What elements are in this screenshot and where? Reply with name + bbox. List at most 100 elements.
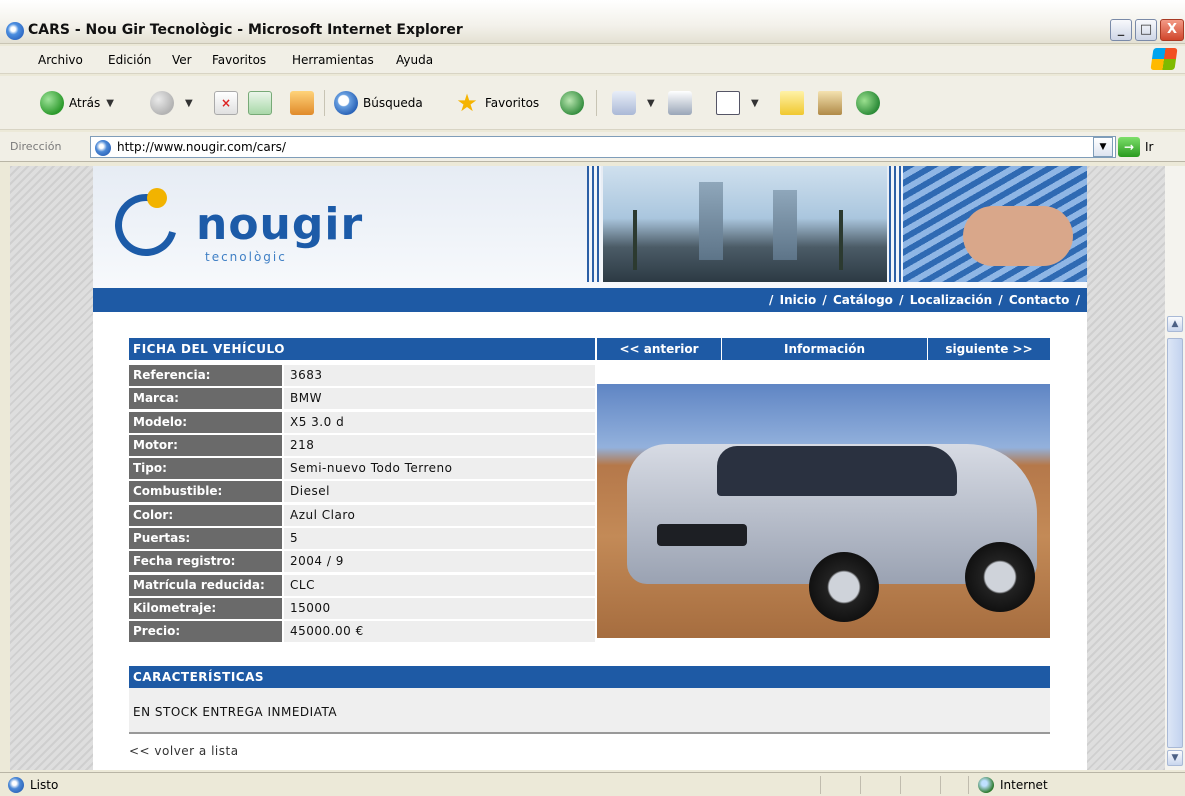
ie-logo-icon [6,22,24,40]
go-button[interactable]: → [1118,137,1140,157]
car-wheel-shape [965,542,1035,612]
nav-link-inicio[interactable]: Inicio [780,293,817,307]
scroll-up-button[interactable]: ▲ [1167,316,1183,332]
spec-label: Puertas: [129,528,282,550]
prev-vehicle-link[interactable]: << anterior [597,338,721,360]
toolbar-separator [324,90,325,116]
info-tab[interactable]: Información [722,338,927,360]
vehicle-sheet-title: FICHA DEL VEHÍCULO [129,338,595,360]
refresh-button[interactable] [248,90,277,116]
address-dropdown-button[interactable]: ▼ [1093,137,1113,157]
spec-row: Precio: 45000.00 € [129,620,595,643]
next-vehicle-link[interactable]: siguiente >> [928,338,1050,360]
spec-value: 2004 / 9 [284,551,595,573]
features-text: EN STOCK ENTREGA INMEDIATA [133,705,338,719]
site-logo[interactable]: nougir [196,203,363,247]
nav-separator: / [998,293,1003,307]
palm-shape [839,210,843,270]
nav-link-catalogo[interactable]: Catálogo [833,293,893,307]
messenger-button[interactable] [856,90,885,116]
address-input[interactable]: http://www.nougir.com/cars/ [90,136,1116,158]
print-icon [668,91,692,115]
back-to-list-link[interactable]: << volver a lista [129,744,239,758]
address-label: Dirección [10,140,62,153]
maximize-icon: □ [1139,22,1153,37]
spec-label: Marca: [129,388,282,410]
menu-ver[interactable]: Ver [172,53,192,67]
nav-link-contacto[interactable]: Contacto [1009,293,1070,307]
spec-label: Matrícula reducida: [129,574,282,596]
spec-value: 45000.00 € [284,621,595,643]
spec-value: Semi-nuevo Todo Terreno [284,458,595,480]
scroll-down-button[interactable]: ▼ [1167,750,1183,766]
spec-label: Precio: [129,621,282,643]
back-button[interactable]: Atrás ▼ [40,90,114,116]
spec-row: Combustible: Diesel [129,480,595,503]
forward-button[interactable]: ▼ [150,90,193,116]
header-keyboard-photo [903,166,1087,282]
scroll-thumb[interactable] [1167,338,1183,748]
status-pane-divider [940,776,941,794]
stop-button[interactable]: × [214,90,243,116]
spec-row: Color: Azul Claro [129,504,595,527]
nav-separator: / [899,293,904,307]
vehicle-specs-table: Referencia: 3683 Marca: BMW Modelo: X5 3.0 … [129,364,595,644]
search-button[interactable]: Búsqueda [334,90,423,116]
history-icon [560,91,584,115]
menu-ayuda[interactable]: Ayuda [396,53,433,67]
hand-shape [963,206,1073,266]
web-page: nougir tecnològic / Inicio / Catálogo / … [93,166,1087,770]
window-title: CARS - Nou Gir Tecnològic - Microsoft In… [28,22,463,38]
page-icon [95,140,111,156]
mail-button[interactable]: ▼ [612,90,655,116]
site-header: nougir tecnològic [93,166,1087,288]
print-button[interactable] [668,90,697,116]
chevron-down-icon[interactable]: ▼ [751,98,759,109]
logo-dot-icon [147,188,167,208]
research-button[interactable] [818,90,847,116]
vertical-scrollbar[interactable]: ▲ ▼ [1165,166,1185,770]
menu-edicion[interactable]: Edición [108,53,151,67]
chevron-down-icon[interactable]: ▼ [185,98,193,109]
folder-icon [780,91,804,115]
menu-bar: Archivo Edición Ver Favoritos Herramient… [0,46,1185,74]
spec-label: Referencia: [129,365,282,386]
vehicle-nav-tabs: << anterior Información siguiente >> [597,338,1050,360]
history-button[interactable] [560,90,589,116]
forward-arrow-icon [150,91,174,115]
menu-favoritos[interactable]: Favoritos [212,53,266,67]
edit-word-button[interactable]: ▼ [716,90,759,116]
address-url: http://www.nougir.com/cars/ [117,140,286,154]
discuss-button[interactable] [780,90,809,116]
minimize-icon: _ [1117,22,1125,37]
spec-label: Fecha registro: [129,551,282,573]
tower-shape [773,190,797,260]
mail-icon [612,91,636,115]
search-label: Búsqueda [363,96,423,110]
spec-row: Matrícula reducida: CLC [129,574,595,597]
spec-label: Color: [129,504,282,526]
chevron-down-icon[interactable]: ▼ [647,98,655,109]
spec-value: X5 3.0 d [284,411,595,433]
nav-link-localizacion[interactable]: Localización [910,293,992,307]
back-label: Atrás [69,96,101,110]
spec-label: Combustible: [129,481,282,503]
logo-ring-icon [103,182,189,268]
home-button[interactable] [290,90,319,116]
maximize-button[interactable]: □ [1135,19,1157,41]
menu-archivo[interactable]: Archivo [38,53,83,67]
favorites-button[interactable]: ★ Favoritos [454,90,539,116]
search-icon [334,91,358,115]
header-city-photo [603,166,887,282]
car-grille-shape [657,524,747,546]
palm-shape [633,210,637,270]
menu-herramientas[interactable]: Herramientas [292,53,374,67]
spec-row: Puertas: 5 [129,527,595,550]
close-button[interactable]: X [1160,19,1184,41]
go-label[interactable]: Ir [1145,140,1153,154]
page-icon [8,777,24,793]
chevron-down-icon[interactable]: ▼ [106,98,114,109]
research-icon [818,91,842,115]
minimize-button[interactable]: _ [1110,19,1132,41]
spec-value: 15000 [284,597,595,619]
